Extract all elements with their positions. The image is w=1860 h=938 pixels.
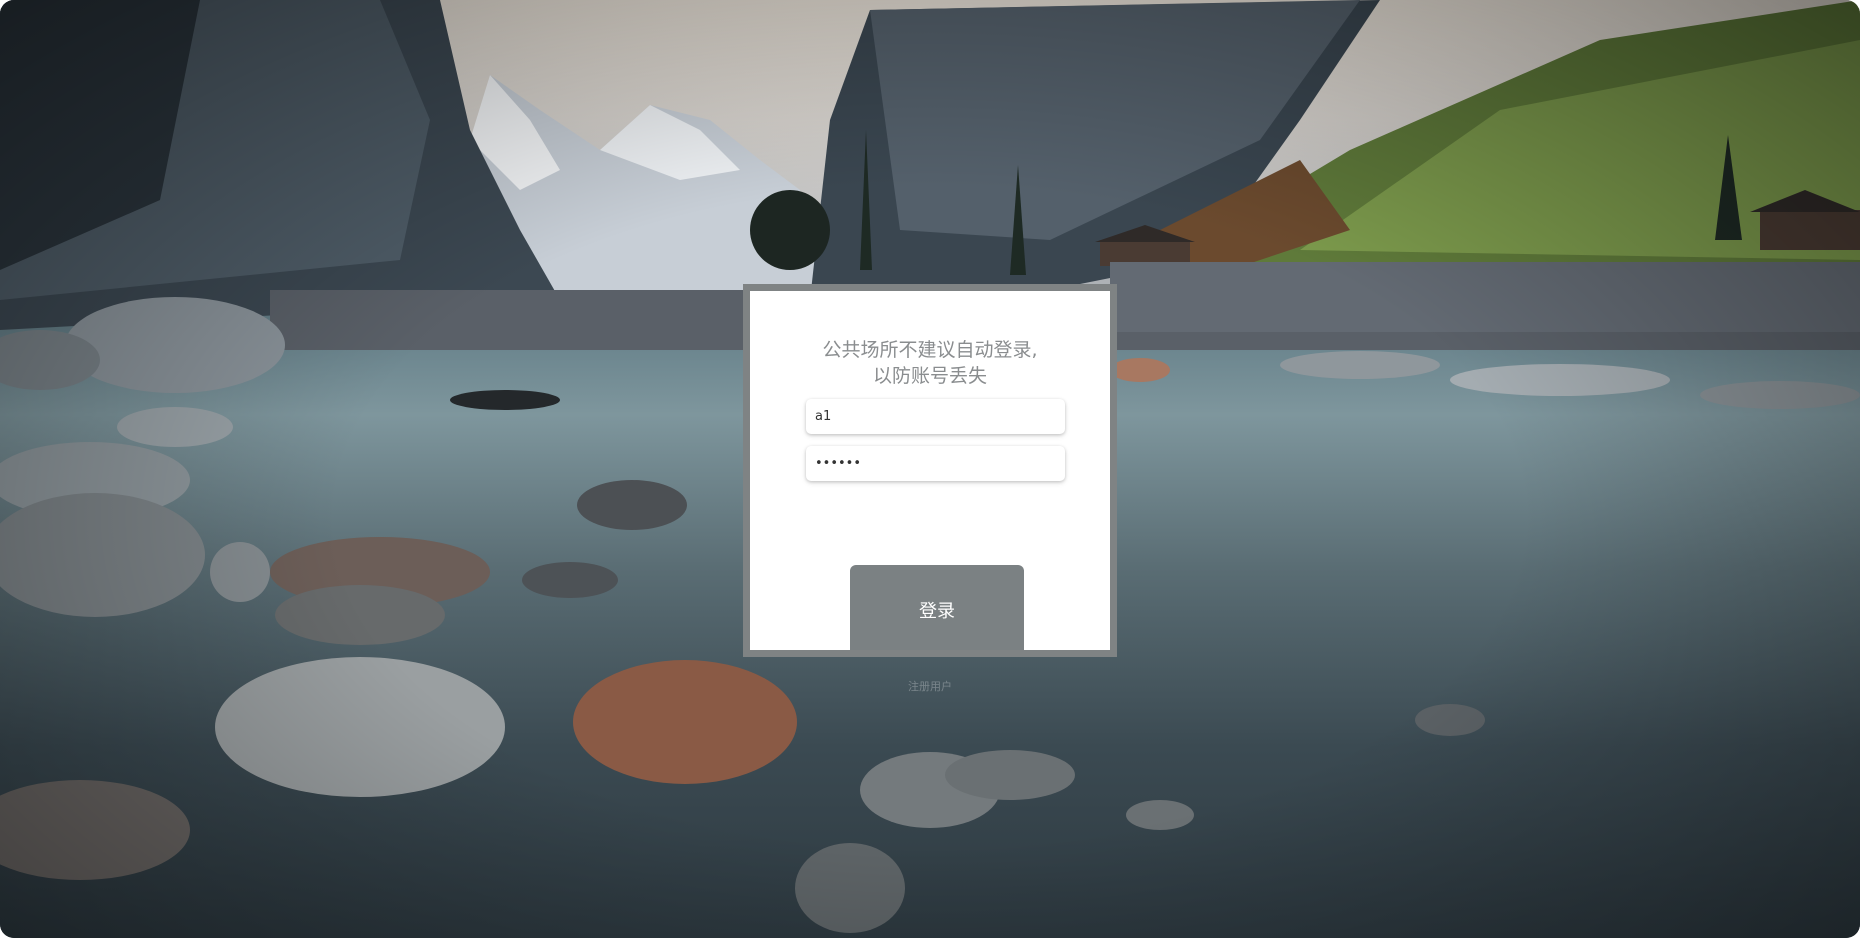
notice-line-1: 公共场所不建议自动登录,	[822, 339, 1038, 361]
password-input[interactable]	[806, 446, 1065, 481]
login-panel: 公共场所不建议自动登录, 以防账号丢失 登录	[743, 284, 1117, 657]
login-page: 公共场所不建议自动登录, 以防账号丢失 登录 注册用户	[0, 0, 1860, 938]
username-input[interactable]	[806, 399, 1065, 434]
auto-login-notice: 公共场所不建议自动登录, 以防账号丢失	[750, 337, 1110, 389]
login-card: 公共场所不建议自动登录, 以防账号丢失 登录	[750, 291, 1110, 650]
notice-line-2: 以防账号丢失	[872, 365, 987, 387]
login-button-label: 登录	[919, 601, 955, 622]
register-link[interactable]: 注册用户	[880, 678, 980, 694]
login-button[interactable]: 登录	[850, 565, 1024, 650]
